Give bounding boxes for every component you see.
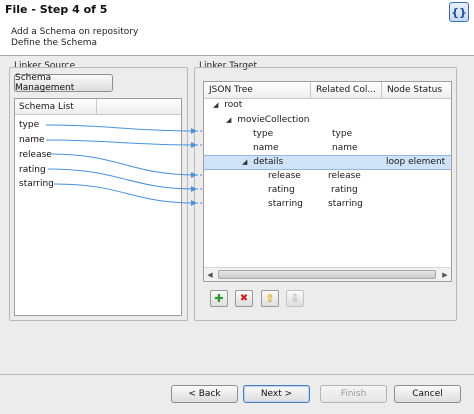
link-rating [47,168,197,192]
link-release [49,153,197,178]
finish-button[interactable]: Finish [320,385,387,403]
link-lines [45,124,203,206]
back-button[interactable]: < Back [171,385,238,403]
cancel-button[interactable]: Cancel [394,385,461,403]
footer-divider [0,374,474,375]
link-type [45,124,197,134]
next-button[interactable]: Next > [243,385,310,403]
link-name [45,139,197,148]
link-starring [53,183,197,206]
